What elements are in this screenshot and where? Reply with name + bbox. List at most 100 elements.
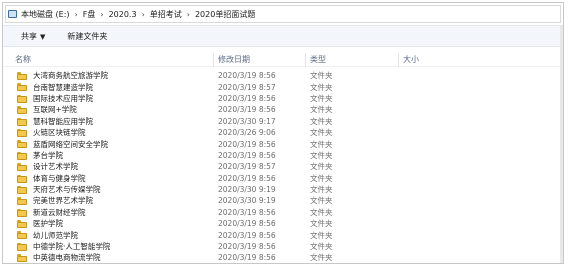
file-type: 文件夹 (310, 173, 333, 183)
file-name: 国际技术应用学院 (33, 93, 93, 103)
file-type: 文件夹 (310, 196, 333, 206)
file-name: 幼儿师范学院 (33, 230, 78, 240)
list-item[interactable]: 医护学院 2020/3/19 8:56 文件夹 (3, 218, 563, 229)
drive-icon (8, 10, 17, 18)
column-divider[interactable] (398, 53, 399, 67)
folder-icon (17, 220, 27, 229)
file-name: 医护学院 (33, 219, 63, 229)
file-name: 完美世界艺术学院 (33, 196, 93, 206)
column-name-header[interactable]: 名称 (15, 54, 215, 65)
list-item[interactable]: 国际技术应用学院 2020/3/19 8:56 文件夹 (3, 93, 563, 104)
list-item[interactable]: 慧科智能应用学院 2020/3/30 9:17 文件夹 (3, 116, 563, 127)
file-type: 文件夹 (310, 105, 333, 115)
modified-date: 2020/3/19 8:56 (218, 207, 276, 217)
file-name: 互联网+学院 (33, 105, 77, 115)
breadcrumb-separator-icon: › (74, 9, 78, 19)
new-folder-button[interactable]: 新建文件夹 (67, 31, 107, 42)
modified-date: 2020/3/19 8:56 (218, 242, 276, 252)
modified-date: 2020/3/30 9:19 (218, 185, 276, 195)
breadcrumb-item-drive[interactable]: 本地磁盘 (E:) (21, 9, 70, 20)
folder-icon (17, 185, 27, 194)
folder-icon (17, 94, 27, 103)
list-item[interactable]: 中英德电商物流学院 2020/3/19 8:56 文件夹 (3, 252, 563, 263)
file-list: 大湾商务航空旅游学院 2020/3/19 8:56 文件夹 台南智慧建造学院 2020/… (3, 70, 563, 263)
breadcrumb-item-f[interactable]: F盘 (83, 9, 96, 20)
file-name: 新道云财经学院 (33, 207, 86, 217)
folder-icon (17, 117, 27, 126)
folder-icon (17, 106, 27, 115)
list-item[interactable]: 台南智慧建造学院 2020/3/19 8:57 文件夹 (3, 81, 563, 92)
breadcrumb-item-exam[interactable]: 单招考试 (150, 9, 182, 20)
breadcrumb-separator-icon: › (100, 9, 104, 19)
scrollbar[interactable] (560, 25, 563, 263)
list-item[interactable]: 新道云财经学院 2020/3/19 8:56 文件夹 (3, 207, 563, 218)
file-type: 文件夹 (310, 207, 333, 217)
folder-icon (17, 83, 27, 92)
folder-icon (17, 128, 27, 137)
share-label: 共享 (21, 31, 37, 41)
column-date-header[interactable]: 修改日期 (218, 54, 308, 65)
breadcrumb[interactable]: 本地磁盘 (E:) › F盘 › 2020.3 › 单招考试 › 2020单招面… (5, 5, 561, 23)
file-type: 文件夹 (310, 150, 333, 160)
file-type: 文件夹 (310, 219, 333, 229)
list-item[interactable]: 互联网+学院 2020/3/19 8:56 文件夹 (3, 104, 563, 115)
breadcrumb-separator-icon: › (141, 9, 145, 19)
file-name: 蓝盾网络空间安全学院 (33, 139, 108, 149)
column-type-header[interactable]: 类型 (310, 54, 400, 65)
address-bar[interactable]: 本地磁盘 (E:) › F盘 › 2020.3 › 单招考试 › 2020单招面… (3, 3, 563, 25)
file-name: 台南智慧建造学院 (33, 82, 93, 92)
modified-date: 2020/3/19 8:56 (218, 219, 276, 229)
list-item[interactable]: 设计艺术学院 2020/3/19 8:57 文件夹 (3, 161, 563, 172)
file-name: 体育与健身学院 (33, 173, 86, 183)
file-type: 文件夹 (310, 82, 333, 92)
folder-icon (17, 163, 27, 172)
list-item[interactable]: 蓝盾网络空间安全学院 2020/3/19 8:56 文件夹 (3, 138, 563, 149)
list-item[interactable]: 完美世界艺术学院 2020/3/30 9:19 文件夹 (3, 195, 563, 206)
breadcrumb-item-2020-3[interactable]: 2020.3 (109, 10, 137, 19)
column-divider[interactable] (305, 53, 306, 67)
modified-date: 2020/3/30 9:17 (218, 116, 276, 126)
file-type: 文件夹 (310, 185, 333, 195)
modified-date: 2020/3/19 8:56 (218, 253, 276, 263)
share-button[interactable]: 共享 ▼ (21, 31, 45, 42)
folder-icon (17, 72, 27, 80)
modified-date: 2020/3/19 8:57 (218, 82, 276, 92)
file-explorer-window: 本地磁盘 (E:) › F盘 › 2020.3 › 单招考试 › 2020单招面… (2, 2, 564, 264)
file-name: 大湾商务航空旅游学院 (33, 71, 108, 81)
folder-icon (17, 197, 27, 206)
file-type: 文件夹 (310, 93, 333, 103)
breadcrumb-item-current[interactable]: 2020单招面试题 (195, 9, 255, 20)
folder-icon (17, 242, 27, 251)
file-type: 文件夹 (310, 116, 333, 126)
modified-date: 2020/3/26 9:06 (218, 128, 276, 138)
list-item[interactable]: 幼儿师范学院 2020/3/19 8:56 文件夹 (3, 229, 563, 240)
file-name: 火链区块链学院 (33, 128, 86, 138)
file-name: 设计艺术学院 (33, 162, 78, 172)
file-type: 文件夹 (310, 71, 333, 81)
list-item[interactable]: 体育与健身学院 2020/3/19 8:56 文件夹 (3, 173, 563, 184)
folder-icon (17, 151, 27, 160)
column-size-header[interactable]: 大小 (403, 54, 463, 65)
file-type: 文件夹 (310, 253, 333, 263)
list-item[interactable]: 天府艺术与传媒学院 2020/3/30 9:19 文件夹 (3, 184, 563, 195)
list-item[interactable]: 火链区块链学院 2020/3/26 9:06 文件夹 (3, 127, 563, 138)
list-item[interactable]: 中德学院·人工智能学院 2020/3/19 8:56 文件夹 (3, 241, 563, 252)
modified-date: 2020/3/19 8:56 (218, 173, 276, 183)
file-name: 慧科智能应用学院 (33, 116, 93, 126)
file-type: 文件夹 (310, 230, 333, 240)
column-divider[interactable] (213, 53, 214, 67)
breadcrumb-separator-icon: › (186, 9, 190, 19)
modified-date: 2020/3/19 8:57 (218, 162, 276, 172)
folder-icon (17, 140, 27, 149)
folder-icon (17, 231, 27, 240)
file-type: 文件夹 (310, 162, 333, 172)
chevron-down-icon: ▼ (40, 32, 46, 41)
list-item[interactable]: 大湾商务航空旅游学院 2020/3/19 8:56 文件夹 (3, 70, 563, 81)
modified-date: 2020/3/19 8:56 (218, 71, 276, 81)
modified-date: 2020/3/19 8:56 (218, 150, 276, 160)
file-name: 中德学院·人工智能学院 (33, 242, 111, 252)
list-item[interactable]: 茅台学院 2020/3/19 8:56 文件夹 (3, 150, 563, 161)
modified-date: 2020/3/19 8:56 (218, 105, 276, 115)
modified-date: 2020/3/30 9:19 (218, 196, 276, 206)
file-type: 文件夹 (310, 242, 333, 252)
